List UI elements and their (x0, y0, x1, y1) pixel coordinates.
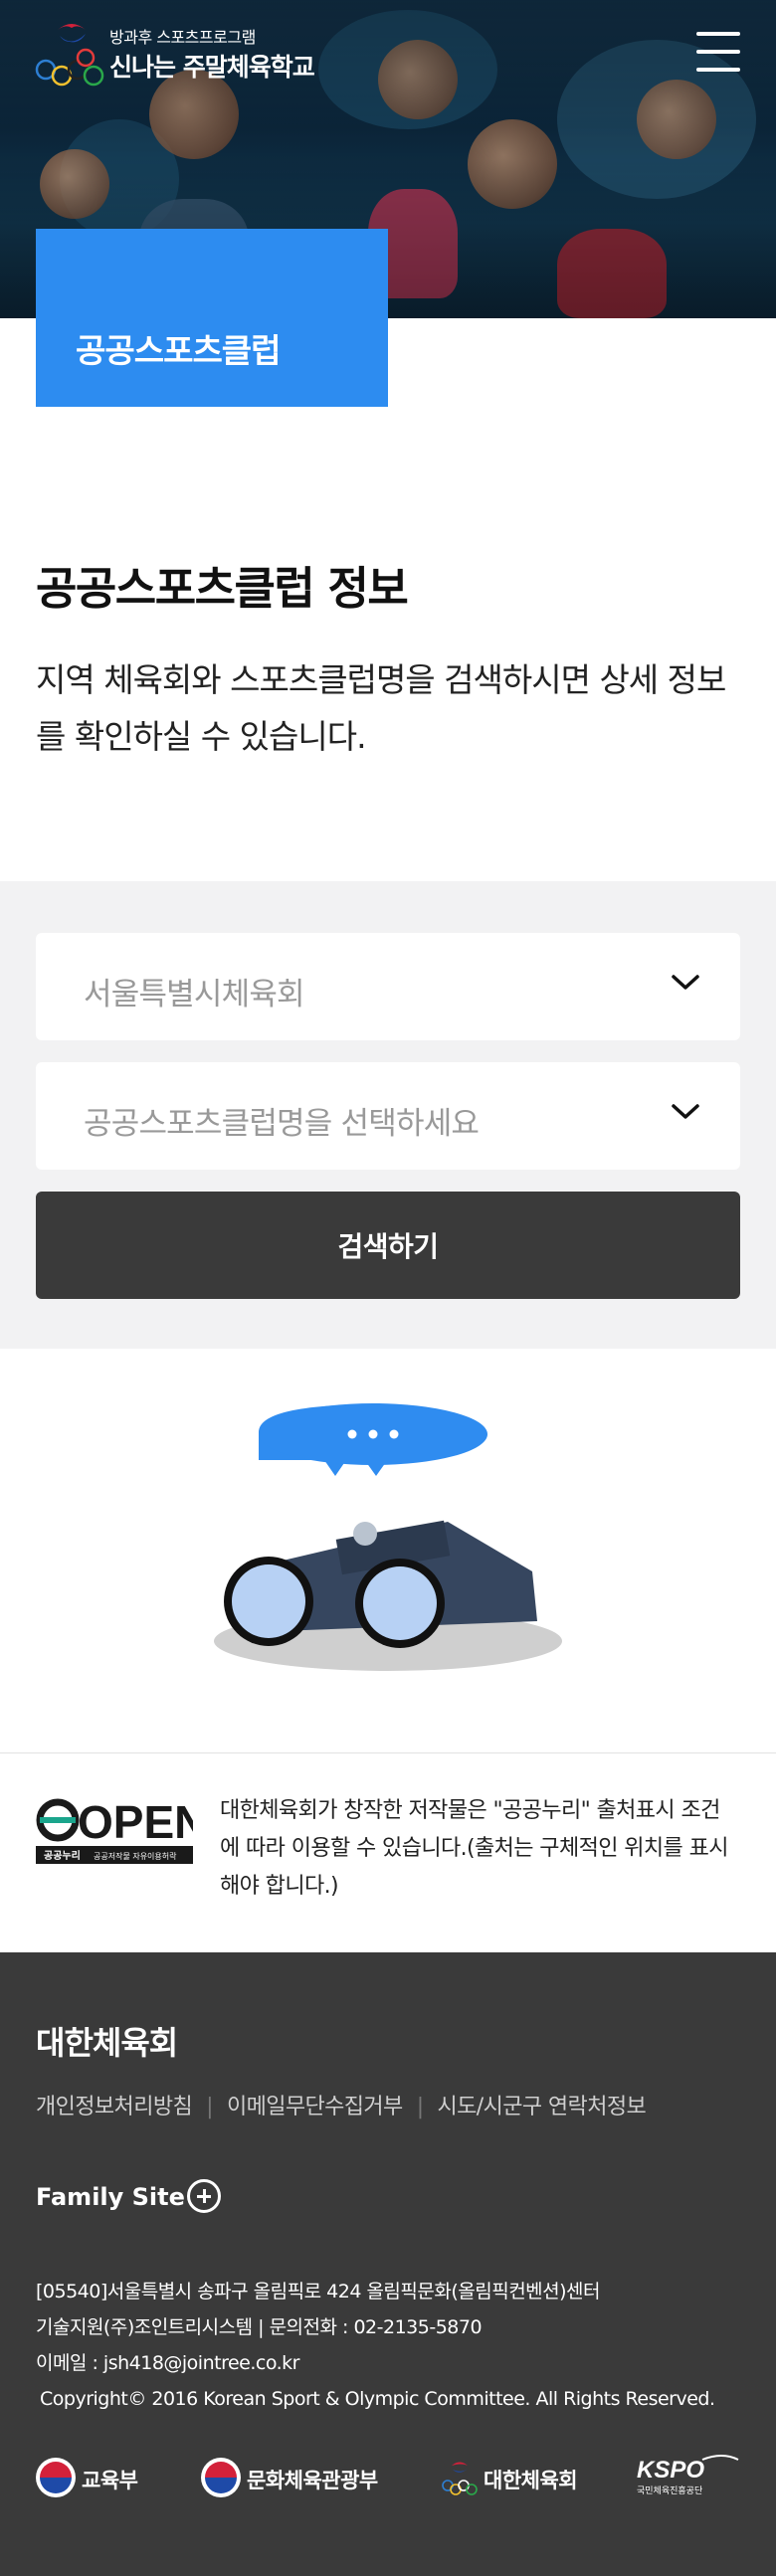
open-license-logo: OPEN 공공누리 공공저작물 자유이용허락 (36, 1796, 193, 1864)
hamburger-menu-icon[interactable] (696, 30, 740, 74)
region-select[interactable]: 서울특별시체육회 (36, 933, 740, 1040)
club-select[interactable]: 공공스포츠클럽명을 선택하세요 (36, 1062, 740, 1170)
partner-mcst[interactable]: 문화체육관광부 (201, 2458, 400, 2501)
taegeuk-seal-icon (201, 2458, 241, 2497)
footer-copyright: Copyright© 2016 Korean Sport & Olympic C… (40, 2388, 715, 2410)
site-footer: 대한체육회 개인정보처리방침 | 이메일무단수집거부 | 시도/시군구 연락처정보 Fa… (0, 1952, 776, 2576)
family-site-label[interactable]: Family Site (36, 2183, 185, 2211)
section-divider (0, 1752, 776, 1753)
footer-org-name: 대한체육회 (36, 2024, 178, 2062)
footer-link-email-policy[interactable]: 이메일무단수집거부 (227, 2089, 403, 2120)
plus-icon[interactable] (187, 2179, 221, 2213)
open-license-text: 대한체육회가 창작한 저작물은 "공공누리" 출처표시 조건에 따라 이용할 수… (220, 1798, 728, 1899)
page-description: 지역 체육회와 스포츠클럽명을 검색하시면 상세 정보를 확인하실 수 있습니다… (36, 660, 726, 756)
svg-text:공공저작물 자유이용허락: 공공저작물 자유이용허락 (94, 1851, 177, 1861)
link-separator: | (416, 2095, 424, 2119)
binoculars-illustration (214, 1403, 562, 1671)
partner-moe[interactable]: 교육부 (36, 2458, 175, 2501)
partner-ksoc[interactable]: 대한체육회 (440, 2458, 599, 2501)
search-button[interactable]: 검색하기 (36, 1192, 740, 1299)
footer-address: [05540]서울특별시 송파구 올림픽로 424 올림픽문화(올림픽컨벤션)센… (36, 2281, 601, 2302)
footer-address-block: [05540]서울특별시 송파구 올림픽로 424 올림픽문화(올림픽컨벤션)센… (36, 2274, 752, 2417)
section-tab-label: 공공스포츠클럽 (36, 229, 388, 407)
svg-text:공공누리: 공공누리 (44, 1849, 81, 1862)
club-select-placeholder: 공공스포츠클럽명을 선택하세요 (84, 1106, 480, 1142)
olympic-rings-logo-icon (35, 24, 104, 87)
footer-link-privacy[interactable]: 개인정보처리방침 (36, 2089, 193, 2120)
link-separator: | (206, 2095, 213, 2119)
svg-text:국민체육진흥공단: 국민체육진흥공단 (637, 2484, 702, 2496)
footer-email: 이메일 : jsh418@jointree.co.kr (36, 2352, 299, 2374)
svg-text:OPEN: OPEN (78, 1796, 193, 1848)
svg-text:KSPO: KSPO (637, 2457, 704, 2484)
page-title: 공공스포츠클럽 정보 (36, 562, 409, 615)
search-panel: 서울특별시체육회 공공스포츠클럽명을 선택하세요 검색하기 (0, 881, 776, 1349)
footer-support: 기술지원(주)조인트리시스템 | 문의전화 : 02-2135-5870 (36, 2316, 483, 2338)
footer-link-contacts[interactable]: 시도/시군구 연락처정보 (438, 2089, 647, 2120)
footer-links: 개인정보처리방침 | 이메일무단수집거부 | 시도/시군구 연락처정보 (36, 2089, 752, 2120)
chevron-down-icon (672, 1104, 699, 1119)
region-select-value: 서울특별시체육회 (84, 977, 305, 1012)
logo-title: 신나는 주말체육학교 (109, 53, 315, 82)
olympic-rings-logo-icon (442, 2462, 478, 2495)
kspo-logo: KSPO 국민체육진흥공단 (637, 2455, 739, 2496)
chevron-down-icon (672, 975, 699, 990)
taegeuk-seal-icon (36, 2458, 76, 2497)
partner-kspo[interactable]: KSPO 국민체육진흥공단 (633, 2455, 742, 2501)
logo-subtitle: 방과후 스포츠프로그램 (109, 28, 256, 47)
site-logo[interactable]: 방과후 스포츠프로그램 신나는 주말체육학교 (34, 18, 352, 90)
